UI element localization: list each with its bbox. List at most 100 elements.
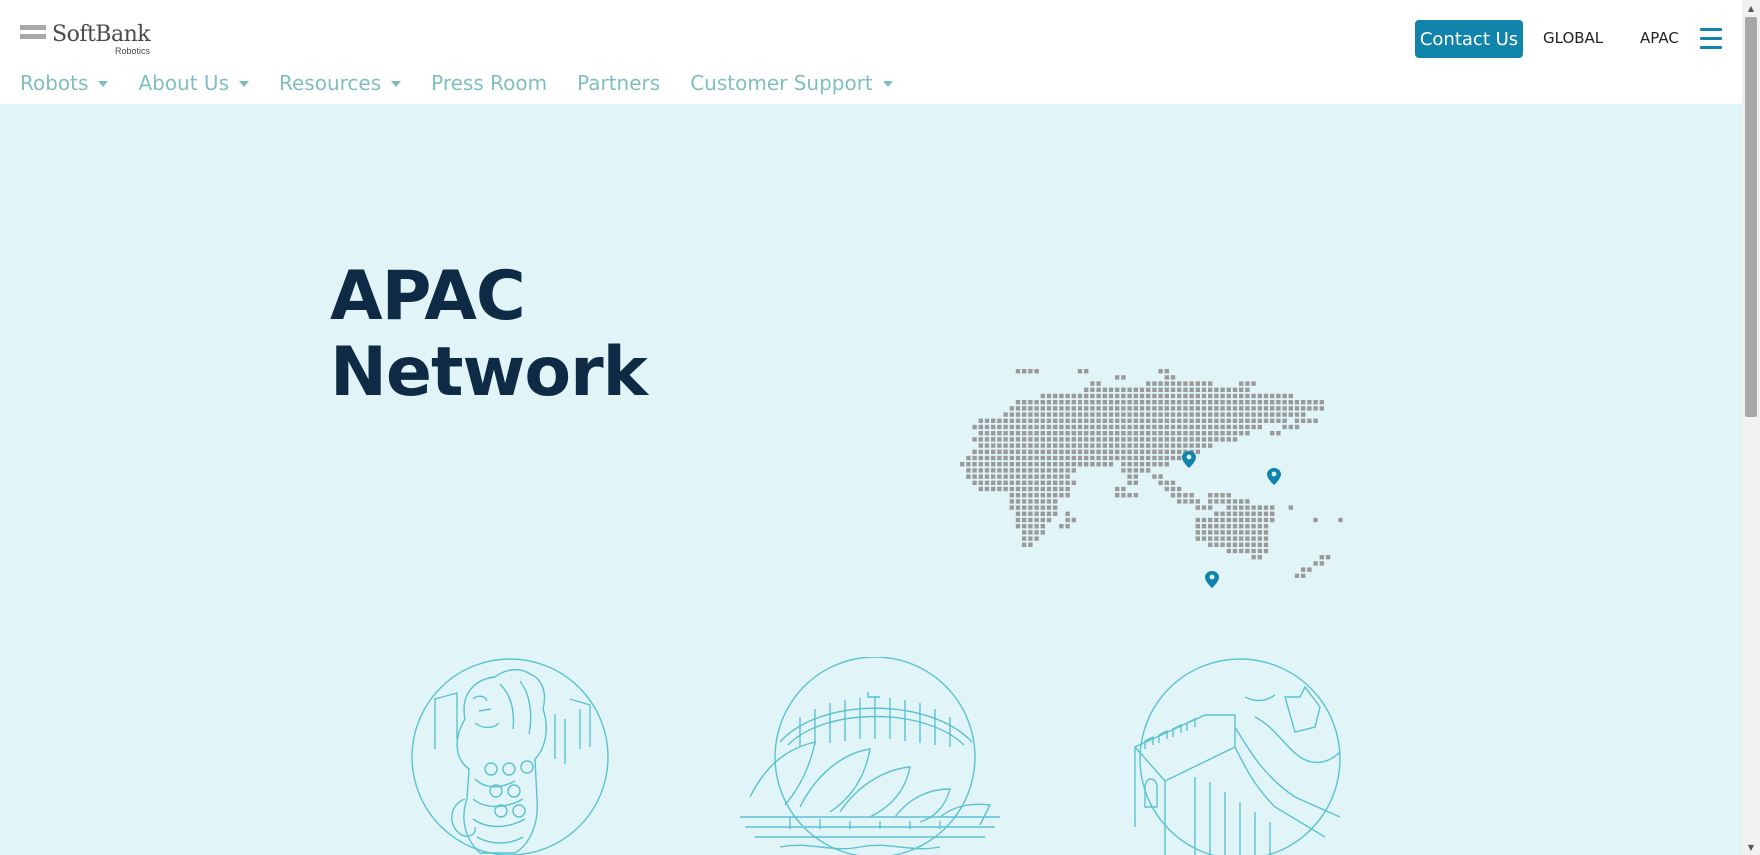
map-dot <box>1177 449 1182 454</box>
map-dot <box>1108 431 1114 436</box>
map-dot <box>991 443 996 448</box>
map-dot <box>1022 474 1027 479</box>
map-dot <box>1226 418 1231 423</box>
scroll-down-arrow-icon[interactable]: ▼ <box>1742 839 1760 855</box>
map-dot <box>1226 505 1231 510</box>
map-dot <box>972 455 977 461</box>
map-dot <box>1133 393 1138 399</box>
map-dot <box>1133 387 1138 392</box>
map-dot <box>1189 406 1194 411</box>
map-dot <box>1232 400 1238 405</box>
map-dot <box>1121 418 1126 423</box>
merlion-singapore-illustration <box>411 658 609 855</box>
map-dot <box>1022 486 1027 492</box>
main-nav: Robots About Us Resources Press Room Par… <box>20 70 923 96</box>
map-dot <box>1183 431 1188 436</box>
map-dot <box>1319 561 1324 566</box>
map-dot <box>1177 486 1182 492</box>
map-dot <box>1071 406 1076 411</box>
map-dot <box>1034 443 1039 448</box>
scrollbar-thumb[interactable] <box>1745 17 1757 417</box>
contact-us-button[interactable]: Contact Us <box>1415 20 1523 58</box>
map-dot <box>1127 424 1132 430</box>
map-dot <box>984 437 990 442</box>
map-dot <box>1214 511 1219 516</box>
global-site-link[interactable]: GLOBAL <box>1543 29 1603 47</box>
map-dot <box>1232 499 1238 504</box>
map-dot <box>1090 400 1095 405</box>
map-dot <box>978 418 983 423</box>
map-dot <box>1096 406 1101 411</box>
map-dot <box>1009 462 1014 467</box>
map-dot <box>1028 530 1033 535</box>
map-dot <box>1009 499 1014 504</box>
map-dot <box>1127 455 1132 461</box>
map-dot <box>1071 400 1076 405</box>
map-dot <box>991 468 996 473</box>
map-dot <box>1232 524 1238 529</box>
map-dot <box>1065 474 1070 479</box>
map-dot <box>997 455 1002 461</box>
map-dot <box>1158 381 1163 386</box>
map-dot <box>1015 437 1021 442</box>
map-dot <box>984 455 990 461</box>
vertical-scrollbar[interactable]: ▲ ▼ <box>1742 0 1760 855</box>
softbank-robotics-logo[interactable]: SoftBank Robotics <box>20 22 160 58</box>
map-dot <box>1115 375 1120 380</box>
map-dot <box>1170 387 1176 392</box>
map-dot <box>1257 393 1262 399</box>
map-dot <box>972 468 977 473</box>
apac-region-link[interactable]: APAC <box>1640 29 1679 47</box>
map-dot <box>1294 424 1300 430</box>
map-dot <box>1313 561 1318 566</box>
map-dot <box>1257 406 1262 411</box>
scroll-up-arrow-icon[interactable]: ▲ <box>1742 0 1760 16</box>
nav-item-robots[interactable]: Robots <box>20 70 109 96</box>
map-dot <box>1009 418 1014 423</box>
map-dot <box>1164 431 1169 436</box>
map-dot <box>1251 406 1256 411</box>
location-pin-icon[interactable] <box>1264 467 1284 489</box>
map-dot <box>1270 511 1275 516</box>
map-dot <box>1220 542 1225 547</box>
map-dot <box>1003 462 1008 467</box>
map-dot <box>1040 455 1045 461</box>
hamburger-icon[interactable] <box>1700 28 1722 50</box>
nav-item-label: Resources <box>278 71 382 95</box>
map-dot <box>978 455 983 461</box>
map-dot <box>1201 393 1207 399</box>
map-dot <box>1220 412 1225 417</box>
map-dot <box>1108 455 1114 461</box>
map-dot <box>1034 406 1039 411</box>
map-dot <box>1121 455 1126 461</box>
map-dot <box>991 486 996 492</box>
map-dot <box>1040 480 1045 485</box>
nav-item-customer-support[interactable]: Customer Support <box>690 70 893 96</box>
map-dot <box>1028 517 1033 523</box>
map-dot <box>1115 443 1120 448</box>
map-dot <box>1133 443 1138 448</box>
map-dot <box>1170 493 1176 498</box>
map-dot <box>1170 437 1176 442</box>
nav-item-partners[interactable]: Partners <box>577 70 660 96</box>
map-dot <box>1096 412 1101 417</box>
location-pin-icon[interactable] <box>1182 451 1196 468</box>
map-dot <box>997 480 1002 485</box>
map-dot <box>1170 418 1176 423</box>
map-dot <box>1294 573 1300 578</box>
map-dot <box>1146 381 1151 386</box>
map-dot <box>1053 493 1058 498</box>
map-dot <box>1034 462 1039 467</box>
nav-item-press-room[interactable]: Press Room <box>431 70 547 96</box>
nav-item-about-us[interactable]: About Us <box>138 70 249 96</box>
map-dot <box>1239 431 1244 436</box>
site-header: SoftBank Robotics Contact Us GLOBAL APAC… <box>0 0 1742 104</box>
nav-item-resources[interactable]: Resources <box>278 70 402 96</box>
map-dot <box>1028 462 1033 467</box>
map-dot <box>972 424 977 430</box>
map-dot <box>1164 449 1169 454</box>
map-dot <box>1028 524 1033 529</box>
location-pin-icon[interactable] <box>1205 571 1219 588</box>
map-dot <box>1133 431 1138 436</box>
map-dot <box>984 449 990 454</box>
